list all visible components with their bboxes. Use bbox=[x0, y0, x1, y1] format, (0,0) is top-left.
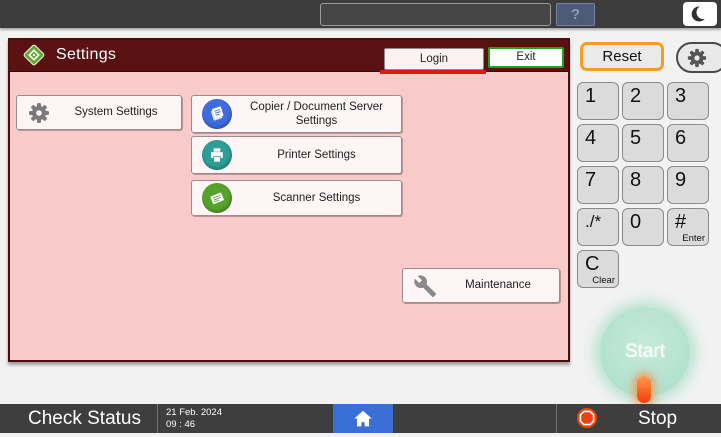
enter-sublabel: Enter bbox=[682, 233, 705, 244]
gear-icon bbox=[686, 47, 708, 69]
gear-icon bbox=[27, 101, 51, 125]
keypad-key-3[interactable]: 3 bbox=[667, 82, 709, 120]
status-dropdown[interactable] bbox=[320, 3, 551, 26]
date-label: 21 Feb. 2024 bbox=[166, 407, 222, 419]
keypad-key-7[interactable]: 7 bbox=[577, 166, 619, 204]
copier-document-server-settings-button[interactable]: Copier / Document Server Settings bbox=[191, 95, 402, 133]
keypad-key-8[interactable]: 8 bbox=[622, 166, 664, 204]
login-button[interactable]: Login bbox=[384, 48, 484, 70]
divider bbox=[556, 404, 557, 433]
device-touchscreen: ? Settings Login Exit bbox=[0, 0, 721, 437]
stop-icon bbox=[576, 407, 598, 429]
login-active-underline bbox=[380, 70, 486, 74]
system-settings-button[interactable]: System Settings bbox=[16, 95, 182, 130]
keypad-key-9[interactable]: 9 bbox=[667, 166, 709, 204]
button-label: Copier / Document Server Settings bbox=[232, 100, 401, 129]
energy-saver-button[interactable] bbox=[683, 2, 717, 26]
home-icon bbox=[352, 408, 374, 430]
date-time: 21 Feb. 2024 09 : 46 bbox=[166, 407, 222, 430]
keypad-key-enter[interactable]: # Enter bbox=[667, 208, 709, 246]
copier-icon bbox=[202, 99, 232, 129]
keypad-key-6[interactable]: 6 bbox=[667, 124, 709, 162]
button-label: Scanner Settings bbox=[232, 191, 401, 205]
printer-settings-button[interactable]: Printer Settings bbox=[191, 136, 402, 174]
keypad-key-clear[interactable]: C Clear bbox=[577, 250, 619, 288]
help-button[interactable]: ? bbox=[556, 3, 595, 26]
time-label: 09 : 46 bbox=[166, 419, 222, 431]
keypad-key-4[interactable]: 4 bbox=[577, 124, 619, 162]
settings-panel: Settings Login Exit System Settings bbox=[8, 38, 570, 362]
printer-icon bbox=[202, 140, 232, 170]
clear-sublabel: Clear bbox=[592, 275, 615, 286]
green-diamond-icon bbox=[22, 43, 46, 67]
scanner-icon bbox=[202, 183, 232, 213]
reset-button[interactable]: Reset bbox=[580, 42, 664, 71]
numeric-keypad: 1 2 3 4 5 6 7 8 9 ./* 0 # Enter C Clear bbox=[577, 82, 709, 288]
keypad-key-2[interactable]: 2 bbox=[622, 82, 664, 120]
keypad-key-0[interactable]: 0 bbox=[622, 208, 664, 246]
exit-button[interactable]: Exit bbox=[488, 47, 564, 68]
wrench-icon bbox=[413, 274, 437, 298]
check-status-button[interactable]: Check Status bbox=[28, 404, 141, 433]
clear-key-label: C bbox=[585, 253, 599, 275]
page-title: Settings bbox=[56, 46, 116, 64]
keypad-key-1[interactable]: 1 bbox=[577, 82, 619, 120]
user-tools-button[interactable] bbox=[676, 42, 721, 73]
stop-button[interactable]: Stop bbox=[638, 404, 677, 433]
maintenance-button[interactable]: Maintenance bbox=[402, 268, 560, 303]
top-bar: ? bbox=[0, 0, 721, 28]
start-label: Start bbox=[625, 341, 665, 363]
keypad-key-dot-star[interactable]: ./* bbox=[577, 208, 619, 246]
hash-label: # bbox=[675, 211, 686, 233]
panel-header: Settings Login Exit bbox=[10, 40, 568, 72]
button-label: Maintenance bbox=[437, 278, 559, 292]
start-led-indicator bbox=[637, 376, 651, 403]
home-button[interactable] bbox=[333, 404, 393, 433]
bottom-bar: Check Status 21 Feb. 2024 09 : 46 Stop bbox=[0, 404, 721, 433]
keypad-key-5[interactable]: 5 bbox=[622, 124, 664, 162]
button-label: System Settings bbox=[51, 105, 181, 119]
divider bbox=[157, 404, 158, 433]
scanner-settings-button[interactable]: Scanner Settings bbox=[191, 180, 402, 216]
button-label: Printer Settings bbox=[232, 148, 401, 162]
moon-icon bbox=[690, 4, 710, 24]
